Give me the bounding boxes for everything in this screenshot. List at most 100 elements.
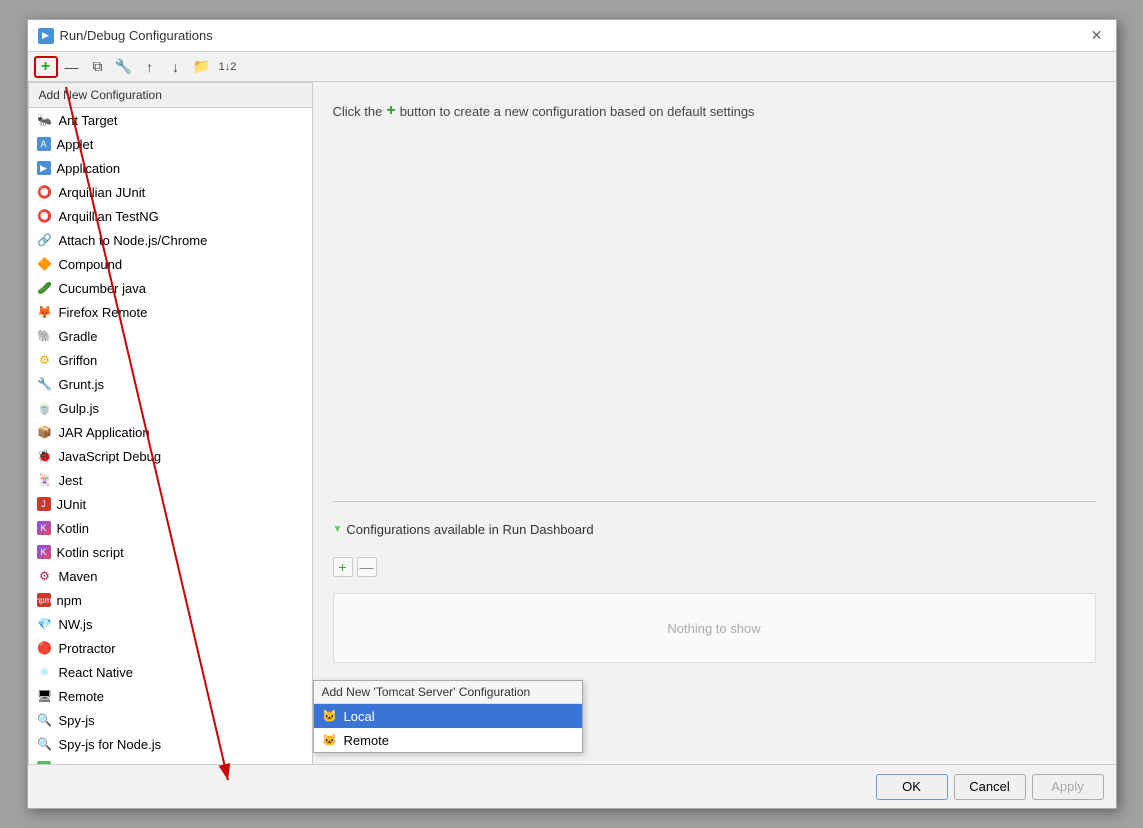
tomcat-remote-item[interactable]: 🐱 Remote (314, 728, 582, 752)
menu-item-nwjs[interactable]: 💎 NW.js (29, 612, 312, 636)
firefox-icon: 🦊 (37, 304, 53, 320)
arquillian-testng-icon: ⭕ (37, 208, 53, 224)
plus-icon: + (386, 102, 395, 120)
bottom-bar: OK Cancel Apply (28, 764, 1116, 808)
left-panel: Add New Configuration 🐜 Ant Target A App… (28, 82, 313, 764)
info-text-pre: Click the (333, 104, 383, 119)
protractor-icon: 🔴 (37, 640, 53, 656)
nwjs-icon: 💎 (37, 616, 53, 632)
move-down-button[interactable]: ↓ (164, 56, 188, 78)
menu-item-griffon[interactable]: ⚙ Griffon (29, 348, 312, 372)
tomcat-remote-icon: 🐱 (322, 732, 338, 748)
menu-item-protractor[interactable]: 🔴 Protractor (29, 636, 312, 660)
menu-item-remote[interactable]: 🖥 Remote (29, 684, 312, 708)
tomcat-local-icon: 🐱 (322, 708, 338, 724)
menu-item-attach-nodejs[interactable]: 🔗 Attach to Node.js/Chrome (29, 228, 312, 252)
edit-defaults-button[interactable]: 🔧 (112, 56, 136, 78)
js-debug-icon: 🐞 (37, 448, 53, 464)
menu-item-javascript-debug[interactable]: 🐞 JavaScript Debug (29, 444, 312, 468)
tomcat-submenu-popup: Add New 'Tomcat Server' Configuration 🐱 … (313, 680, 583, 753)
cancel-button[interactable]: Cancel (954, 774, 1026, 800)
gulp-icon: 🍵 (37, 400, 53, 416)
add-config-header: Add New Configuration (29, 83, 312, 108)
maven-icon: ⚙ (37, 568, 53, 584)
jest-icon: 🃏 (37, 472, 53, 488)
dashboard-section-header: ▼ Configurations available in Run Dashbo… (333, 522, 1096, 537)
spy-js-node-icon: 🔍 (37, 736, 53, 752)
tomcat-local-item[interactable]: 🐱 Local (314, 704, 582, 728)
menu-item-kotlin[interactable]: K Kotlin (29, 516, 312, 540)
tomcat-remote-label: Remote (344, 733, 390, 748)
menu-item-arquillian-testng[interactable]: ⭕ Arquillian TestNG (29, 204, 312, 228)
menu-item-spy-js[interactable]: 🔍 Spy-js (29, 708, 312, 732)
move-to-group-button[interactable]: 📁 (190, 56, 214, 78)
menu-item-gradle[interactable]: 🐘 Gradle (29, 324, 312, 348)
tomcat-local-label: Local (344, 709, 375, 724)
title-bar: ▶ Run/Debug Configurations ✕ (28, 20, 1116, 52)
kotlin-script-icon: K (37, 545, 51, 559)
menu-item-firefox-remote[interactable]: 🦊 Firefox Remote (29, 300, 312, 324)
tomcat-submenu-header: Add New 'Tomcat Server' Configuration (314, 681, 582, 704)
attach-nodejs-icon: 🔗 (37, 232, 53, 248)
spy-js-icon: 🔍 (37, 712, 53, 728)
dialog-icon: ▶ (38, 28, 54, 44)
nothing-to-show-label: Nothing to show (667, 621, 760, 636)
react-native-icon: ⚛ (37, 664, 53, 680)
main-content: Add New Configuration 🐜 Ant Target A App… (28, 82, 1116, 764)
application-icon: ▶ (37, 161, 51, 175)
menu-item-applet[interactable]: A Applet (29, 132, 312, 156)
sort-button[interactable]: 1↓2 (216, 56, 240, 78)
info-row: Click the + button to create a new confi… (333, 102, 1096, 120)
menu-item-npm[interactable]: npm npm (29, 588, 312, 612)
dashboard-add-button[interactable]: + (333, 557, 353, 577)
dashboard-label: Configurations available in Run Dashboar… (346, 522, 593, 537)
cucumber-icon: 🥒 (37, 280, 53, 296)
grunt-icon: 🔧 (37, 376, 53, 392)
copy-config-button[interactable]: ⧉ (86, 56, 110, 78)
menu-item-ant-target[interactable]: 🐜 Ant Target (29, 108, 312, 132)
menu-item-grunt[interactable]: 🔧 Grunt.js (29, 372, 312, 396)
testng-icon: NG (37, 761, 51, 764)
right-panel: Click the + button to create a new confi… (313, 82, 1116, 764)
dashboard-remove-button[interactable]: — (357, 557, 377, 577)
menu-item-compound[interactable]: 🔶 Compound (29, 252, 312, 276)
toolbar: + — ⧉ 🔧 ↑ ↓ 📁 1↓2 (28, 52, 1116, 82)
add-config-dropdown: Add New Configuration 🐜 Ant Target A App… (28, 82, 313, 764)
menu-item-testng[interactable]: NG TestNG (29, 756, 312, 764)
move-up-button[interactable]: ↑ (138, 56, 162, 78)
dashboard-actions: + — (333, 557, 1096, 577)
menu-item-junit[interactable]: J JUnit (29, 492, 312, 516)
title-bar-left: ▶ Run/Debug Configurations (38, 28, 213, 44)
run-debug-dialog: ▶ Run/Debug Configurations ✕ + — ⧉ 🔧 ↑ ↓… (27, 19, 1117, 809)
remove-config-button[interactable]: — (60, 56, 84, 78)
menu-item-jest[interactable]: 🃏 Jest (29, 468, 312, 492)
menu-item-arquillian-junit[interactable]: ⭕ Arquillian JUnit (29, 180, 312, 204)
menu-item-jar-application[interactable]: 📦 JAR Application (29, 420, 312, 444)
divider (333, 501, 1096, 502)
close-button[interactable]: ✕ (1088, 27, 1106, 45)
add-config-button[interactable]: + (34, 56, 58, 78)
apply-button[interactable]: Apply (1032, 774, 1104, 800)
menu-item-spy-js-node[interactable]: 🔍 Spy-js for Node.js (29, 732, 312, 756)
junit-icon: J (37, 497, 51, 511)
compound-icon: 🔶 (37, 256, 53, 272)
dialog-title: Run/Debug Configurations (60, 28, 213, 43)
menu-item-maven[interactable]: ⚙ Maven (29, 564, 312, 588)
npm-icon: npm (37, 593, 51, 607)
applet-icon: A (37, 137, 51, 151)
menu-item-kotlin-script[interactable]: K Kotlin script (29, 540, 312, 564)
menu-item-cucumber[interactable]: 🥒 Cucumber java (29, 276, 312, 300)
nothing-to-show-box: Nothing to show (333, 593, 1096, 663)
menu-item-application[interactable]: ▶ Application (29, 156, 312, 180)
kotlin-icon: K (37, 521, 51, 535)
jar-icon: 📦 (37, 424, 53, 440)
griffon-icon: ⚙ (37, 352, 53, 368)
gradle-icon: 🐘 (37, 328, 53, 344)
arquillian-junit-icon: ⭕ (37, 184, 53, 200)
ant-target-icon: 🐜 (37, 112, 53, 128)
info-text-post: button to create a new configuration bas… (400, 104, 755, 119)
ok-button[interactable]: OK (876, 774, 948, 800)
menu-item-gulp[interactable]: 🍵 Gulp.js (29, 396, 312, 420)
triangle-icon: ▼ (333, 524, 343, 535)
menu-item-react-native[interactable]: ⚛ React Native (29, 660, 312, 684)
